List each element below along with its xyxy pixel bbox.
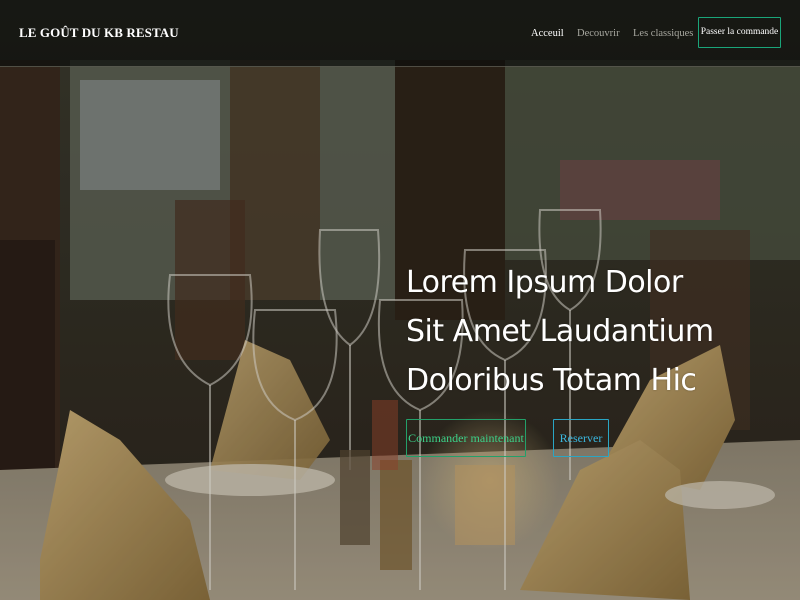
nav-link-decouvrir[interactable]: Decouvrir: [577, 28, 620, 39]
order-now-button[interactable]: Commander maintenant: [406, 419, 526, 457]
navbar: LE GOÛT DU KB RESTAU Acceuil Decouvrir L…: [0, 0, 800, 67]
hero-headline: Lorem Ipsum Dolor Sit Amet Laudantium Do…: [406, 258, 786, 405]
headline-line-1: Lorem Ipsum Dolor: [406, 265, 683, 300]
nav-links: Acceuil Decouvrir Les classiques: [0, 28, 800, 42]
nav-link-les-classiques[interactable]: Les classiques: [633, 28, 693, 39]
headline-line-3: Doloribus Totam Hic: [406, 363, 697, 398]
nav-link-acceuil[interactable]: Acceuil: [531, 28, 564, 39]
order-now-nav-button[interactable]: Passer la commande: [698, 17, 781, 48]
headline-line-2: Sit Amet Laudantium: [406, 314, 714, 349]
reserve-button[interactable]: Reserver: [553, 419, 609, 457]
